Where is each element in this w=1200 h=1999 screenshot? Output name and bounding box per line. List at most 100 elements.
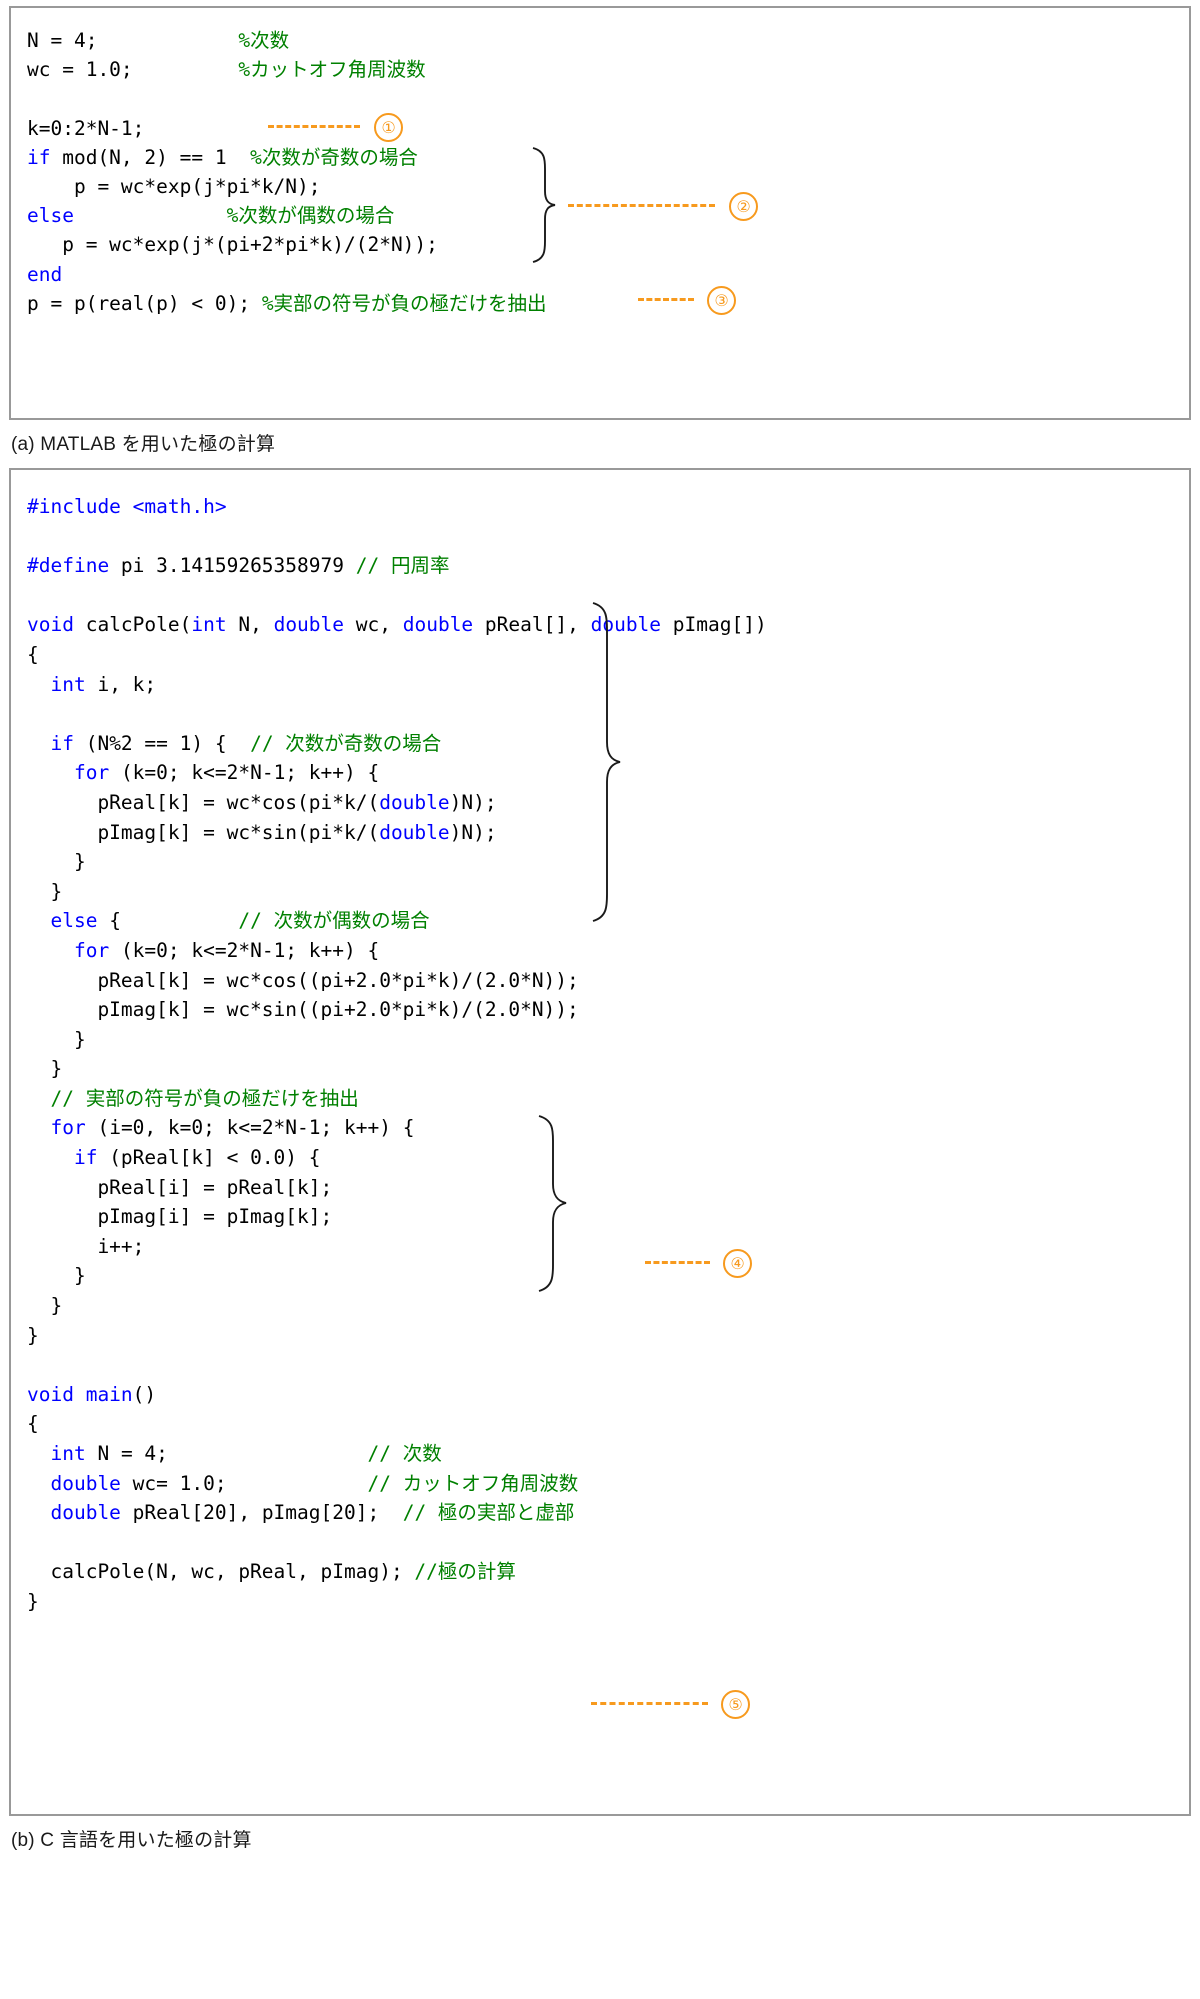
code-token-plain: )N); (450, 821, 497, 844)
code-token-keyword: double (379, 791, 449, 814)
code-token-keyword: double (403, 613, 473, 636)
c-code-line: #include <math.h> (27, 492, 1189, 522)
code-token-comment: // 円周率 (356, 554, 450, 577)
matlab-code-block: N = 4; %次数wc = 1.0; %カットオフ角周波数 k=0:2*N-1… (11, 8, 1189, 318)
code-token-plain: wc= 1.0; (121, 1472, 368, 1495)
code-token-plain: i, k; (86, 673, 156, 696)
code-token-plain: } (27, 1264, 86, 1287)
code-token-keyword: double (591, 613, 661, 636)
code-token-plain: pReal[20], pImag[20]; (121, 1501, 403, 1524)
code-token-comment: %次数 (238, 29, 289, 52)
code-token-plain: p = wc*exp(j*pi*k/N); (27, 175, 321, 198)
c-code-line: // 実部の符号が負の極だけを抽出 (27, 1084, 1189, 1114)
c-code-line: #define pi 3.14159265358979 // 円周率 (27, 551, 1189, 581)
code-token-comment: // 次数が偶数の場合 (238, 909, 429, 932)
code-token-plain: calcPole(N, wc, pReal, pImag); (27, 1560, 414, 1583)
code-token-plain: wc, (344, 613, 403, 636)
code-token-plain: (k=0; k<=2*N-1; k++) { (109, 761, 379, 784)
c-code-line: { (27, 1409, 1189, 1439)
c-code-line (27, 522, 1189, 552)
code-token-plain: pReal[k] = wc*cos(pi*k/( (27, 791, 379, 814)
c-code-line: pImag[k] = wc*sin((pi+2.0*pi*k)/(2.0*N))… (27, 995, 1189, 1025)
c-code-line: if (N%2 == 1) { // 次数が奇数の場合 (27, 729, 1189, 759)
code-token-comment: // 次数が奇数の場合 (250, 732, 441, 755)
code-token-keyword: void main (27, 1383, 133, 1406)
code-token-keyword: int (50, 1442, 85, 1465)
c-code-line: } (27, 1587, 1189, 1617)
leader-line-5 (591, 1702, 708, 1705)
code-token-plain: p = wc*exp(j*(pi+2*pi*k)/(2*N)); (27, 233, 438, 256)
c-code-line (27, 1528, 1189, 1558)
code-token-plain: N = 4; (86, 1442, 368, 1465)
code-token-plain: pReal[], (473, 613, 590, 636)
c-code-line: else { // 次数が偶数の場合 (27, 906, 1189, 936)
code-token-keyword: if (74, 1146, 97, 1169)
matlab-code-line: N = 4; %次数 (27, 26, 1189, 55)
c-code-line: for (k=0; k<=2*N-1; k++) { (27, 936, 1189, 966)
code-token-plain: () (133, 1383, 156, 1406)
c-code-line: void main() (27, 1380, 1189, 1410)
code-token-plain (27, 1442, 50, 1465)
code-token-plain: pReal[k] = wc*cos((pi+2.0*pi*k)/(2.0*N))… (27, 969, 579, 992)
code-token-comment: //極の計算 (414, 1560, 515, 1583)
code-token-keyword: if (50, 732, 73, 755)
code-panel-c: #include <math.h> #define pi 3.141592653… (9, 468, 1191, 1816)
c-code-line: pImag[i] = pImag[k]; (27, 1202, 1189, 1232)
matlab-code-line: wc = 1.0; %カットオフ角周波数 (27, 55, 1189, 84)
matlab-code-line: end (27, 260, 1189, 289)
code-token-plain: } (27, 1590, 39, 1613)
c-code-line (27, 1350, 1189, 1380)
code-token-plain: N, (227, 613, 274, 636)
c-code-line: pReal[k] = wc*cos(pi*k/(double)N); (27, 788, 1189, 818)
c-code-line: i++; (27, 1232, 1189, 1262)
code-token-comment: // カットオフ角周波数 (367, 1472, 578, 1495)
code-token-plain: pImag[i] = pImag[k]; (27, 1205, 332, 1228)
matlab-code-line: if mod(N, 2) == 1 %次数が奇数の場合 (27, 143, 1189, 172)
code-token-plain: p = p(real(p) < 0); (27, 292, 262, 315)
c-code-line: } (27, 847, 1189, 877)
code-token-preproc: #define (27, 554, 109, 577)
code-token-plain: } (27, 880, 62, 903)
c-code-line: int i, k; (27, 670, 1189, 700)
code-token-plain (27, 1472, 50, 1495)
code-token-plain: i++; (27, 1235, 144, 1258)
code-token-plain: wc = 1.0; (27, 58, 133, 81)
code-token-plain: (k=0; k<=2*N-1; k++) { (109, 939, 379, 962)
code-token-comment: %カットオフ角周波数 (238, 58, 425, 81)
c-code-line: pImag[k] = wc*sin(pi*k/(double)N); (27, 818, 1189, 848)
code-token-keyword: for (74, 761, 109, 784)
code-token-keyword: else (50, 909, 97, 932)
c-code-line: for (k=0; k<=2*N-1; k++) { (27, 758, 1189, 788)
c-code-line: for (i=0, k=0; k<=2*N-1; k++) { (27, 1113, 1189, 1143)
code-token-plain: )N); (450, 791, 497, 814)
code-token-preproc: #include <math.h> (27, 495, 227, 518)
code-token-plain: mod(N, 2) == 1 (50, 146, 250, 169)
code-token-plain (74, 204, 227, 227)
c-code-line: double wc= 1.0; // カットオフ角周波数 (27, 1469, 1189, 1499)
c-code-line: double pReal[20], pImag[20]; // 極の実部と虚部 (27, 1498, 1189, 1528)
code-token-keyword: end (27, 263, 62, 286)
code-token-plain (27, 732, 50, 755)
matlab-code-line: k=0:2*N-1; (27, 114, 1189, 143)
c-code-line: } (27, 1025, 1189, 1055)
code-token-plain: } (27, 850, 86, 873)
code-token-plain: { (27, 1412, 39, 1435)
code-token-plain: calcPole( (74, 613, 191, 636)
caption-panel-a: (a) MATLAB を用いた極の計算 (11, 429, 1200, 456)
annotation-marker-5: ⑤ (721, 1690, 750, 1719)
code-token-plain (97, 29, 238, 52)
matlab-code-line: p = p(real(p) < 0); %実部の符号が負の極だけを抽出 (27, 289, 1189, 318)
code-token-plain: pReal[i] = pReal[k]; (27, 1176, 332, 1199)
code-token-plain (27, 1087, 50, 1110)
code-token-comment: %次数が偶数の場合 (227, 204, 395, 227)
matlab-code-line: else %次数が偶数の場合 (27, 201, 1189, 230)
code-token-keyword: if (27, 146, 50, 169)
caption-panel-b: (b) C 言語を用いた極の計算 (11, 1825, 1200, 1852)
code-token-plain: pImag[]) (661, 613, 767, 636)
code-token-plain (27, 939, 74, 962)
c-code-line: } (27, 1261, 1189, 1291)
c-code-line: if (pReal[k] < 0.0) { (27, 1143, 1189, 1173)
code-token-plain: (pReal[k] < 0.0) { (97, 1146, 320, 1169)
matlab-code-line: p = wc*exp(j*pi*k/N); (27, 172, 1189, 201)
code-token-comment: // 極の実部と虚部 (403, 1501, 575, 1524)
